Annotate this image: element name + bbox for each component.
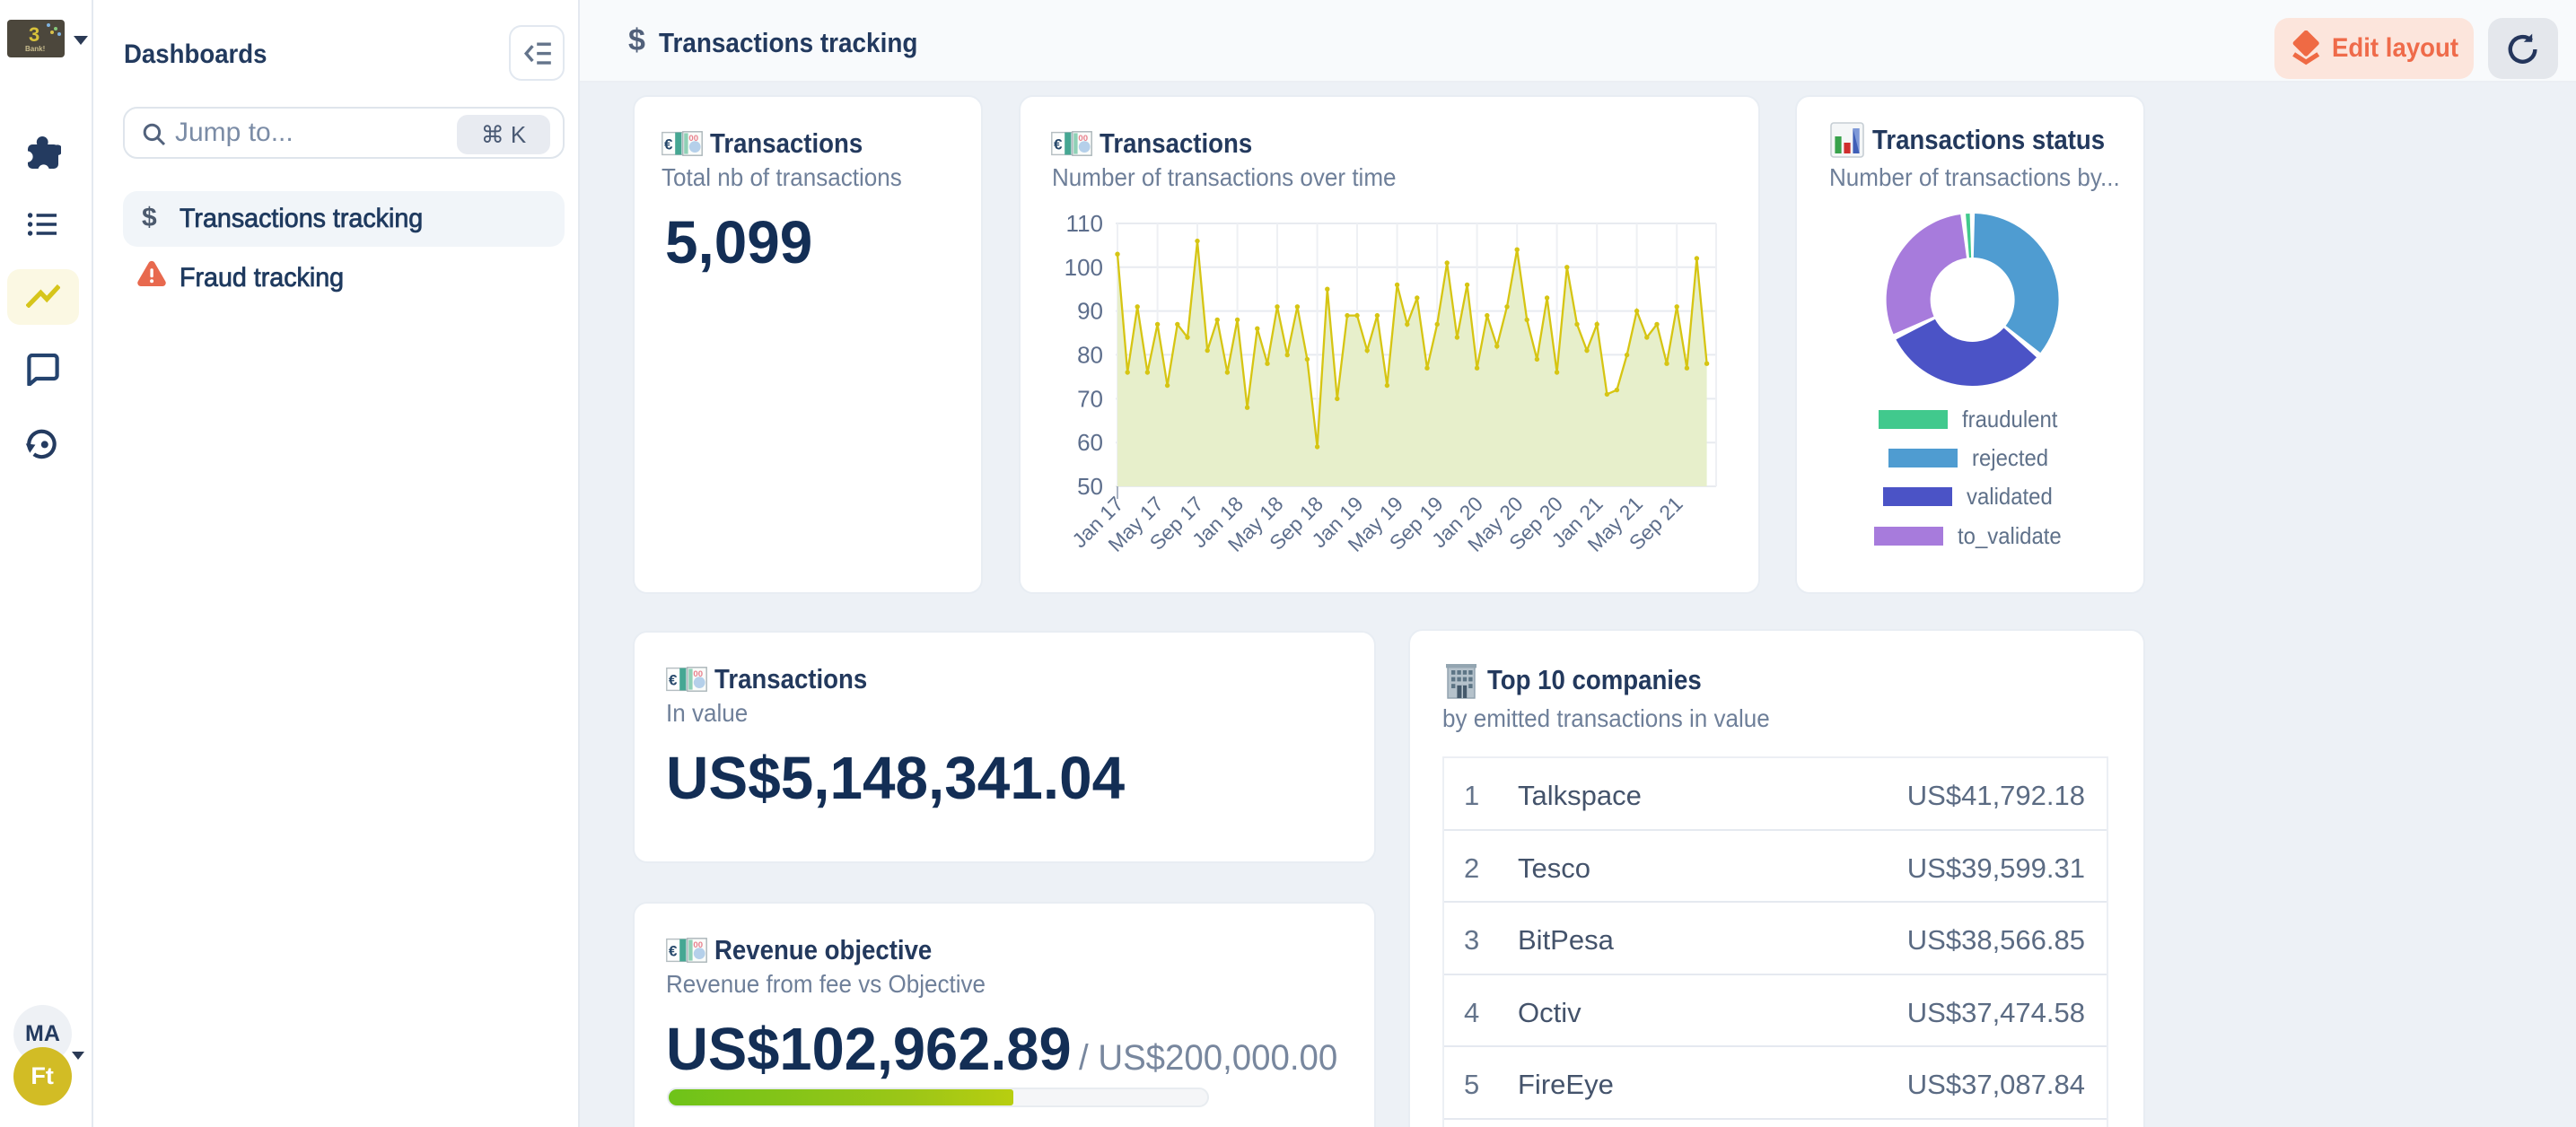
svg-text:€: €: [669, 671, 678, 688]
svg-text:00: 00: [693, 669, 703, 679]
svg-text:90: 90: [1077, 298, 1103, 325]
svg-text:100: 100: [1065, 254, 1103, 281]
svg-text:70: 70: [1077, 385, 1103, 412]
svg-text:00: 00: [688, 134, 698, 144]
svg-text:60: 60: [1077, 429, 1103, 456]
svg-text:80: 80: [1077, 341, 1103, 368]
svg-text:00: 00: [693, 940, 703, 950]
svg-text:€: €: [669, 942, 678, 959]
svg-text:110: 110: [1066, 210, 1103, 237]
svg-text:50: 50: [1077, 473, 1103, 500]
svg-text:€: €: [664, 135, 673, 153]
